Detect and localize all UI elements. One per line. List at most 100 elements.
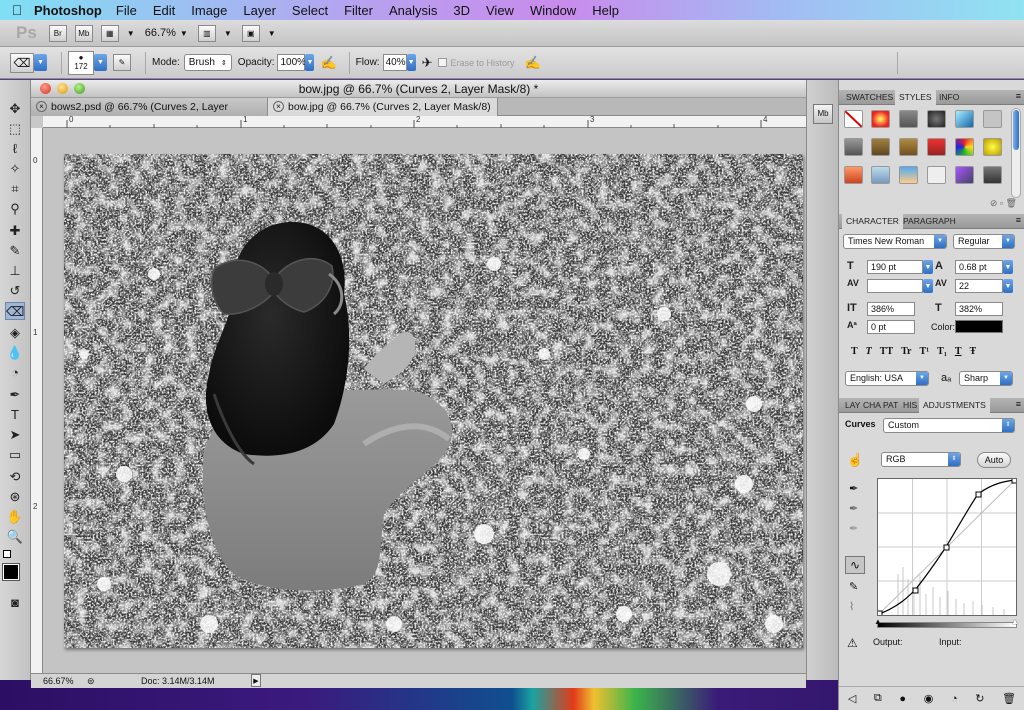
screen-mode-button[interactable]: ▣ [241, 24, 260, 42]
tab-bows2[interactable]: ×bows2.psd @ 66.7% (Curves 2, Layer Mask… [31, 98, 268, 131]
3d-orbit-tool-icon[interactable]: ⊛ [5, 488, 25, 506]
lasso-tool-icon[interactable]: ℓ [5, 140, 25, 158]
type-tool-icon[interactable]: T [5, 406, 25, 424]
clip-layer-icon[interactable]: ● [899, 693, 906, 705]
tab-swatches[interactable]: SWATCHES [842, 90, 897, 105]
paint-bucket-tool-icon[interactable]: ◈ [5, 324, 25, 342]
subscript-button[interactable]: T₁ [937, 346, 947, 357]
eyedropper-black-icon[interactable]: ✒ [849, 482, 858, 495]
move-tool-icon[interactable]: ✥ [5, 100, 25, 118]
zoom-window-button[interactable] [74, 83, 85, 94]
path-selection-tool-icon[interactable]: ➤ [5, 426, 25, 444]
magic-wand-tool-icon[interactable]: ✧ [5, 160, 25, 178]
text-color-swatch[interactable] [955, 320, 1003, 333]
style-swatch[interactable] [983, 166, 1002, 184]
tab-styles[interactable]: STYLES [895, 90, 936, 105]
history-brush-tool-icon[interactable]: ↺ [5, 282, 25, 300]
menu-window[interactable]: Window [530, 3, 576, 18]
baseline-shift-input[interactable]: 0 pt [867, 320, 915, 334]
style-swatch-none[interactable] [844, 110, 863, 128]
flow-input[interactable]: 40% [382, 54, 407, 71]
bridge-button[interactable]: Br [48, 24, 67, 42]
superscript-button[interactable]: T¹ [920, 346, 930, 357]
blur-tool-icon[interactable]: 💧 [5, 344, 25, 362]
black-point-slider[interactable]: ▲ [874, 617, 882, 626]
status-menu-arrow[interactable]: ▶ [251, 674, 261, 687]
dodge-tool-icon[interactable]: ◔ [5, 364, 25, 382]
chevron-down-icon[interactable]: ▼ [127, 29, 135, 38]
style-swatch[interactable] [871, 110, 890, 128]
zoom-tool-icon[interactable]: 🔍 [5, 528, 25, 546]
font-family-select[interactable]: Times New Roman ▼ [843, 234, 947, 249]
pressure-opacity-icon[interactable]: ✍ [320, 55, 336, 71]
tracking-input[interactable]: 22 [955, 279, 1003, 293]
menu-select[interactable]: Select [292, 3, 328, 18]
white-point-slider[interactable]: ▲ [1011, 617, 1019, 626]
tab-bow[interactable]: × bow.jpg @ 66.7% (Curves 2, Layer Mask/8… [268, 98, 498, 131]
kerning-dropdown[interactable]: ▼ [923, 279, 933, 293]
curves-graph[interactable] [876, 477, 1018, 617]
photo-canvas[interactable] [64, 154, 803, 648]
expand-view-icon[interactable]: ⧉ [874, 692, 882, 705]
menu-layer[interactable]: Layer [243, 3, 276, 18]
font-size-dropdown[interactable]: ▼ [923, 260, 933, 274]
tab-info[interactable]: INFO [935, 90, 963, 105]
style-swatch[interactable] [899, 138, 918, 156]
arrange-documents-button[interactable]: ▥ [197, 24, 216, 42]
default-colors-icon[interactable] [3, 550, 11, 558]
back-arrow-icon[interactable]: ◁ [848, 692, 856, 705]
style-swatch[interactable] [927, 166, 946, 184]
curve-points-icon[interactable]: ∿ [845, 556, 865, 574]
tab-history[interactable]: HIS [899, 398, 921, 413]
eyedropper-tool-icon[interactable]: ⚲ [5, 200, 25, 218]
style-swatch[interactable] [899, 110, 918, 128]
tab-adjustments[interactable]: ADJUSTMENTS [919, 398, 990, 413]
style-swatch[interactable] [871, 166, 890, 184]
style-swatch[interactable] [844, 166, 863, 184]
underline-button[interactable]: T [955, 346, 962, 357]
style-swatch[interactable] [844, 138, 863, 156]
style-swatch[interactable] [899, 166, 918, 184]
all-caps-button[interactable]: TT [880, 346, 893, 357]
kerning-input[interactable] [867, 279, 923, 293]
style-swatch[interactable] [871, 138, 890, 156]
flow-slider-button[interactable]: ▼ [406, 54, 416, 71]
font-size-input[interactable]: 190 pt [867, 260, 923, 274]
style-swatch[interactable] [983, 138, 1002, 156]
app-menu[interactable]: Photoshop [34, 3, 102, 18]
horizontal-scale-input[interactable]: 382% [955, 302, 1003, 316]
visibility-eye-icon[interactable]: ◉ [924, 692, 934, 705]
close-window-button[interactable] [40, 83, 51, 94]
airbrush-icon[interactable]: ✈ [422, 55, 433, 71]
close-icon[interactable]: × [36, 101, 47, 112]
auto-button[interactable]: Auto [977, 452, 1011, 468]
clipping-icon[interactable]: ⚠ [847, 636, 858, 650]
style-swatch[interactable] [955, 166, 974, 184]
vertical-scale-input[interactable]: 386% [867, 302, 915, 316]
previous-state-icon[interactable]: ◔ [951, 693, 958, 705]
menu-view[interactable]: View [486, 3, 514, 18]
quick-mask-icon[interactable]: ◙ [5, 594, 25, 612]
healing-brush-tool-icon[interactable]: ✚ [5, 222, 25, 240]
hand-tool-icon[interactable]: ✋ [5, 508, 25, 526]
marquee-tool-icon[interactable]: ⬚ [5, 120, 25, 138]
targeted-adjustment-icon[interactable]: ☝ [847, 452, 863, 468]
brush-panel-toggle[interactable]: ✎ [113, 54, 131, 71]
preset-dropdown[interactable]: ▼ [34, 54, 47, 71]
brush-dropdown[interactable]: ▼ [94, 54, 107, 71]
leading-dropdown[interactable]: ▼ [1003, 260, 1013, 274]
menu-image[interactable]: Image [191, 3, 227, 18]
style-swatch[interactable] [955, 110, 974, 128]
close-icon[interactable]: × [273, 101, 284, 112]
crop-tool-icon[interactable]: ⌗ [5, 180, 25, 198]
scroll-thumb[interactable] [1013, 110, 1019, 150]
view-extras-button[interactable]: ▦ [100, 24, 119, 42]
menu-file[interactable]: File [116, 3, 137, 18]
brush-tool-icon[interactable]: ✎ [5, 242, 25, 260]
shape-tool-icon[interactable]: ▭ [5, 446, 25, 464]
3d-rotate-tool-icon[interactable]: ⟲ [5, 468, 25, 486]
panel-menu-icon[interactable]: ≡ [1016, 399, 1021, 409]
clone-stamp-tool-icon[interactable]: ⊥ [5, 262, 25, 280]
faux-italic-button[interactable]: T [866, 346, 872, 357]
chevron-down-icon[interactable]: ▼ [268, 29, 276, 38]
